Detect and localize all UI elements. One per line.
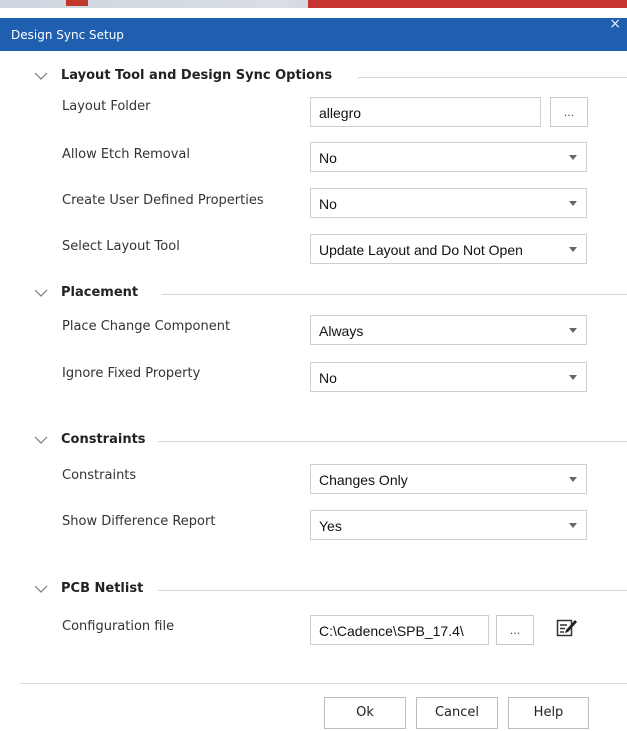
- section-placement-header[interactable]: Placement: [34, 284, 627, 304]
- field-value: allegro: [319, 105, 362, 121]
- select-value: No: [319, 370, 337, 386]
- layout-folder-browse-button[interactable]: ...: [550, 97, 588, 127]
- select-value: No: [319, 196, 337, 212]
- section-title: Constraints: [61, 432, 146, 447]
- background-marker: [66, 0, 88, 6]
- cancel-button[interactable]: Cancel: [416, 697, 498, 729]
- section-divider: [158, 590, 627, 591]
- section-title: PCB Netlist: [61, 581, 144, 596]
- dropdown-arrow-icon[interactable]: [569, 247, 577, 252]
- allow-etch-removal-label: Allow Etch Removal: [62, 147, 191, 162]
- layout-folder-input[interactable]: allegro: [310, 97, 541, 127]
- create-user-defined-properties-select[interactable]: No: [310, 188, 587, 218]
- select-value: No: [319, 150, 337, 166]
- show-difference-report-label: Show Difference Report: [62, 514, 216, 529]
- select-layout-tool-select[interactable]: Update Layout and Do Not Open: [310, 234, 587, 264]
- constraints-select[interactable]: Changes Only: [310, 464, 587, 494]
- place-change-component-select[interactable]: Always: [310, 315, 587, 345]
- section-divider: [358, 77, 627, 78]
- dropdown-arrow-icon[interactable]: [569, 523, 577, 528]
- chevron-down-icon[interactable]: [34, 288, 48, 298]
- ignore-fixed-property-select[interactable]: No: [310, 362, 587, 392]
- dropdown-arrow-icon[interactable]: [569, 375, 577, 380]
- section-divider: [158, 441, 627, 442]
- dropdown-arrow-icon[interactable]: [569, 201, 577, 206]
- select-value: Yes: [319, 518, 342, 534]
- select-layout-tool-label: Select Layout Tool: [62, 239, 180, 254]
- section-pcb-netlist-header[interactable]: PCB Netlist: [34, 580, 627, 600]
- configuration-file-label: Configuration file: [62, 619, 175, 634]
- chevron-down-icon[interactable]: [34, 584, 48, 594]
- dropdown-arrow-icon[interactable]: [569, 477, 577, 482]
- select-value: Changes Only: [319, 472, 408, 488]
- window-title: Design Sync Setup: [11, 28, 124, 42]
- chevron-down-icon[interactable]: [34, 71, 48, 81]
- layout-folder-label: Layout Folder: [62, 99, 151, 114]
- background-window-strip: [0, 0, 627, 8]
- configuration-file-input[interactable]: C:\Cadence\SPB_17.4\: [310, 615, 489, 645]
- section-title: Placement: [61, 285, 139, 300]
- allow-etch-removal-select[interactable]: No: [310, 142, 587, 172]
- select-value: Always: [319, 323, 364, 339]
- section-layout-header[interactable]: Layout Tool and Design Sync Options: [34, 67, 627, 87]
- show-difference-report-select[interactable]: Yes: [310, 510, 587, 540]
- create-user-defined-properties-label: Create User Defined Properties: [62, 193, 264, 208]
- section-constraints-header[interactable]: Constraints: [34, 431, 627, 451]
- configuration-file-browse-button[interactable]: ...: [496, 615, 534, 645]
- help-button[interactable]: Help: [508, 697, 589, 729]
- title-bar[interactable]: Design Sync Setup ×: [0, 16, 627, 51]
- section-title: Layout Tool and Design Sync Options: [61, 68, 333, 83]
- close-icon[interactable]: ×: [609, 16, 621, 32]
- chevron-down-icon[interactable]: [34, 435, 48, 445]
- ignore-fixed-property-label: Ignore Fixed Property: [62, 366, 201, 381]
- ok-button[interactable]: Ok: [324, 697, 406, 729]
- select-value: Update Layout and Do Not Open: [319, 242, 523, 258]
- edit-icon[interactable]: [556, 618, 578, 638]
- field-value: C:\Cadence\SPB_17.4\: [319, 623, 464, 639]
- section-divider: [162, 294, 627, 295]
- background-marker: [308, 0, 627, 8]
- footer-divider: [20, 683, 627, 684]
- dropdown-arrow-icon[interactable]: [569, 155, 577, 160]
- dropdown-arrow-icon[interactable]: [569, 328, 577, 333]
- place-change-component-label: Place Change Component: [62, 319, 231, 334]
- constraints-label: Constraints: [62, 468, 137, 483]
